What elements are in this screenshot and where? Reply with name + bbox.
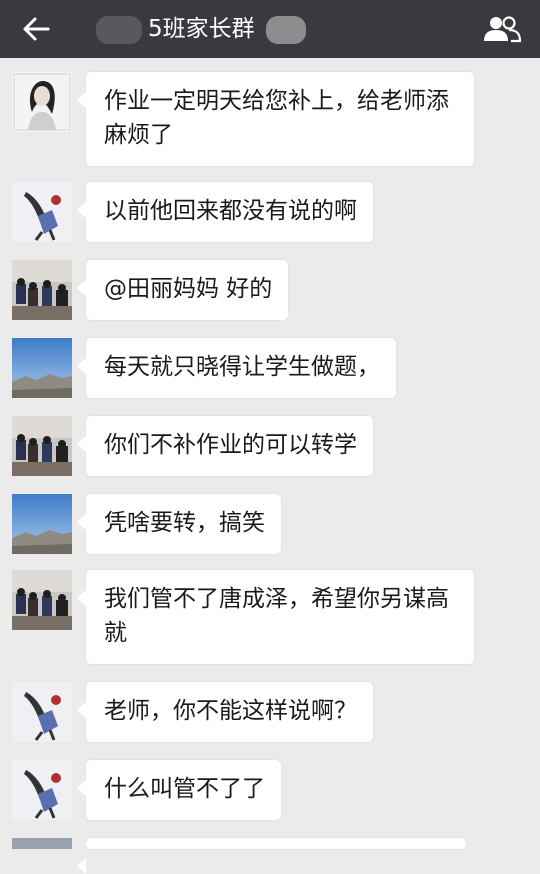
message-bubble[interactable]: 凭啥要转，搞笑	[77, 494, 281, 554]
message-bubble[interactable]: 你们不补作业的可以转学	[77, 416, 373, 476]
avatar[interactable]	[12, 570, 72, 630]
chat-title: 5班家长群	[148, 16, 255, 42]
message-bubble[interactable]	[77, 838, 466, 874]
avatar-sky-landscape-icon	[12, 494, 72, 554]
avatar[interactable]	[12, 260, 72, 320]
redaction-blur	[96, 16, 142, 44]
message-list[interactable]: 作业一定明天给您补上，给老师添麻烦了 以前他回来都没有说的啊 @田丽妈妈 好的 …	[0, 58, 540, 874]
message-bubble[interactable]: 我们管不了唐成泽，希望你另谋高就	[77, 570, 474, 664]
back-button[interactable]	[14, 10, 58, 48]
message-bubble[interactable]: 每天就只晓得让学生做题，	[77, 338, 396, 398]
avatar[interactable]	[12, 494, 72, 554]
redaction-blur	[266, 16, 306, 44]
avatar-girl-portrait-icon	[12, 72, 72, 132]
avatar[interactable]	[12, 416, 72, 476]
group-members-button[interactable]	[478, 10, 526, 48]
avatar-anime-figure-icon	[12, 760, 72, 820]
avatar[interactable]	[12, 72, 72, 132]
avatar-anime-figure-icon	[12, 682, 72, 742]
chat-titlebar: 5班家长群	[0, 0, 540, 58]
avatar[interactable]	[12, 338, 72, 398]
avatar-anime-figure-icon	[12, 182, 72, 242]
avatar[interactable]	[12, 760, 72, 820]
message-bubble[interactable]: @田丽妈妈 好的	[76, 260, 289, 320]
message-bubble[interactable]: 什么叫管不了了	[77, 760, 281, 820]
avatar[interactable]	[12, 838, 72, 849]
avatar-classroom-photo-icon	[12, 570, 72, 630]
avatar-classroom-photo-icon	[12, 416, 72, 476]
avatar-classroom-photo-icon	[12, 260, 72, 320]
back-arrow-icon	[23, 17, 50, 41]
avatar[interactable]	[12, 682, 72, 742]
message-bubble[interactable]: 作业一定明天给您补上，给老师添麻烦了	[77, 72, 474, 166]
avatar-sky-landscape-icon	[12, 338, 72, 398]
message-bubble[interactable]: 老师，你不能这样说啊？	[77, 682, 373, 742]
message-bubble[interactable]: 以前他回来都没有说的啊	[77, 182, 373, 242]
group-members-icon	[484, 16, 522, 43]
avatar[interactable]	[12, 182, 72, 242]
